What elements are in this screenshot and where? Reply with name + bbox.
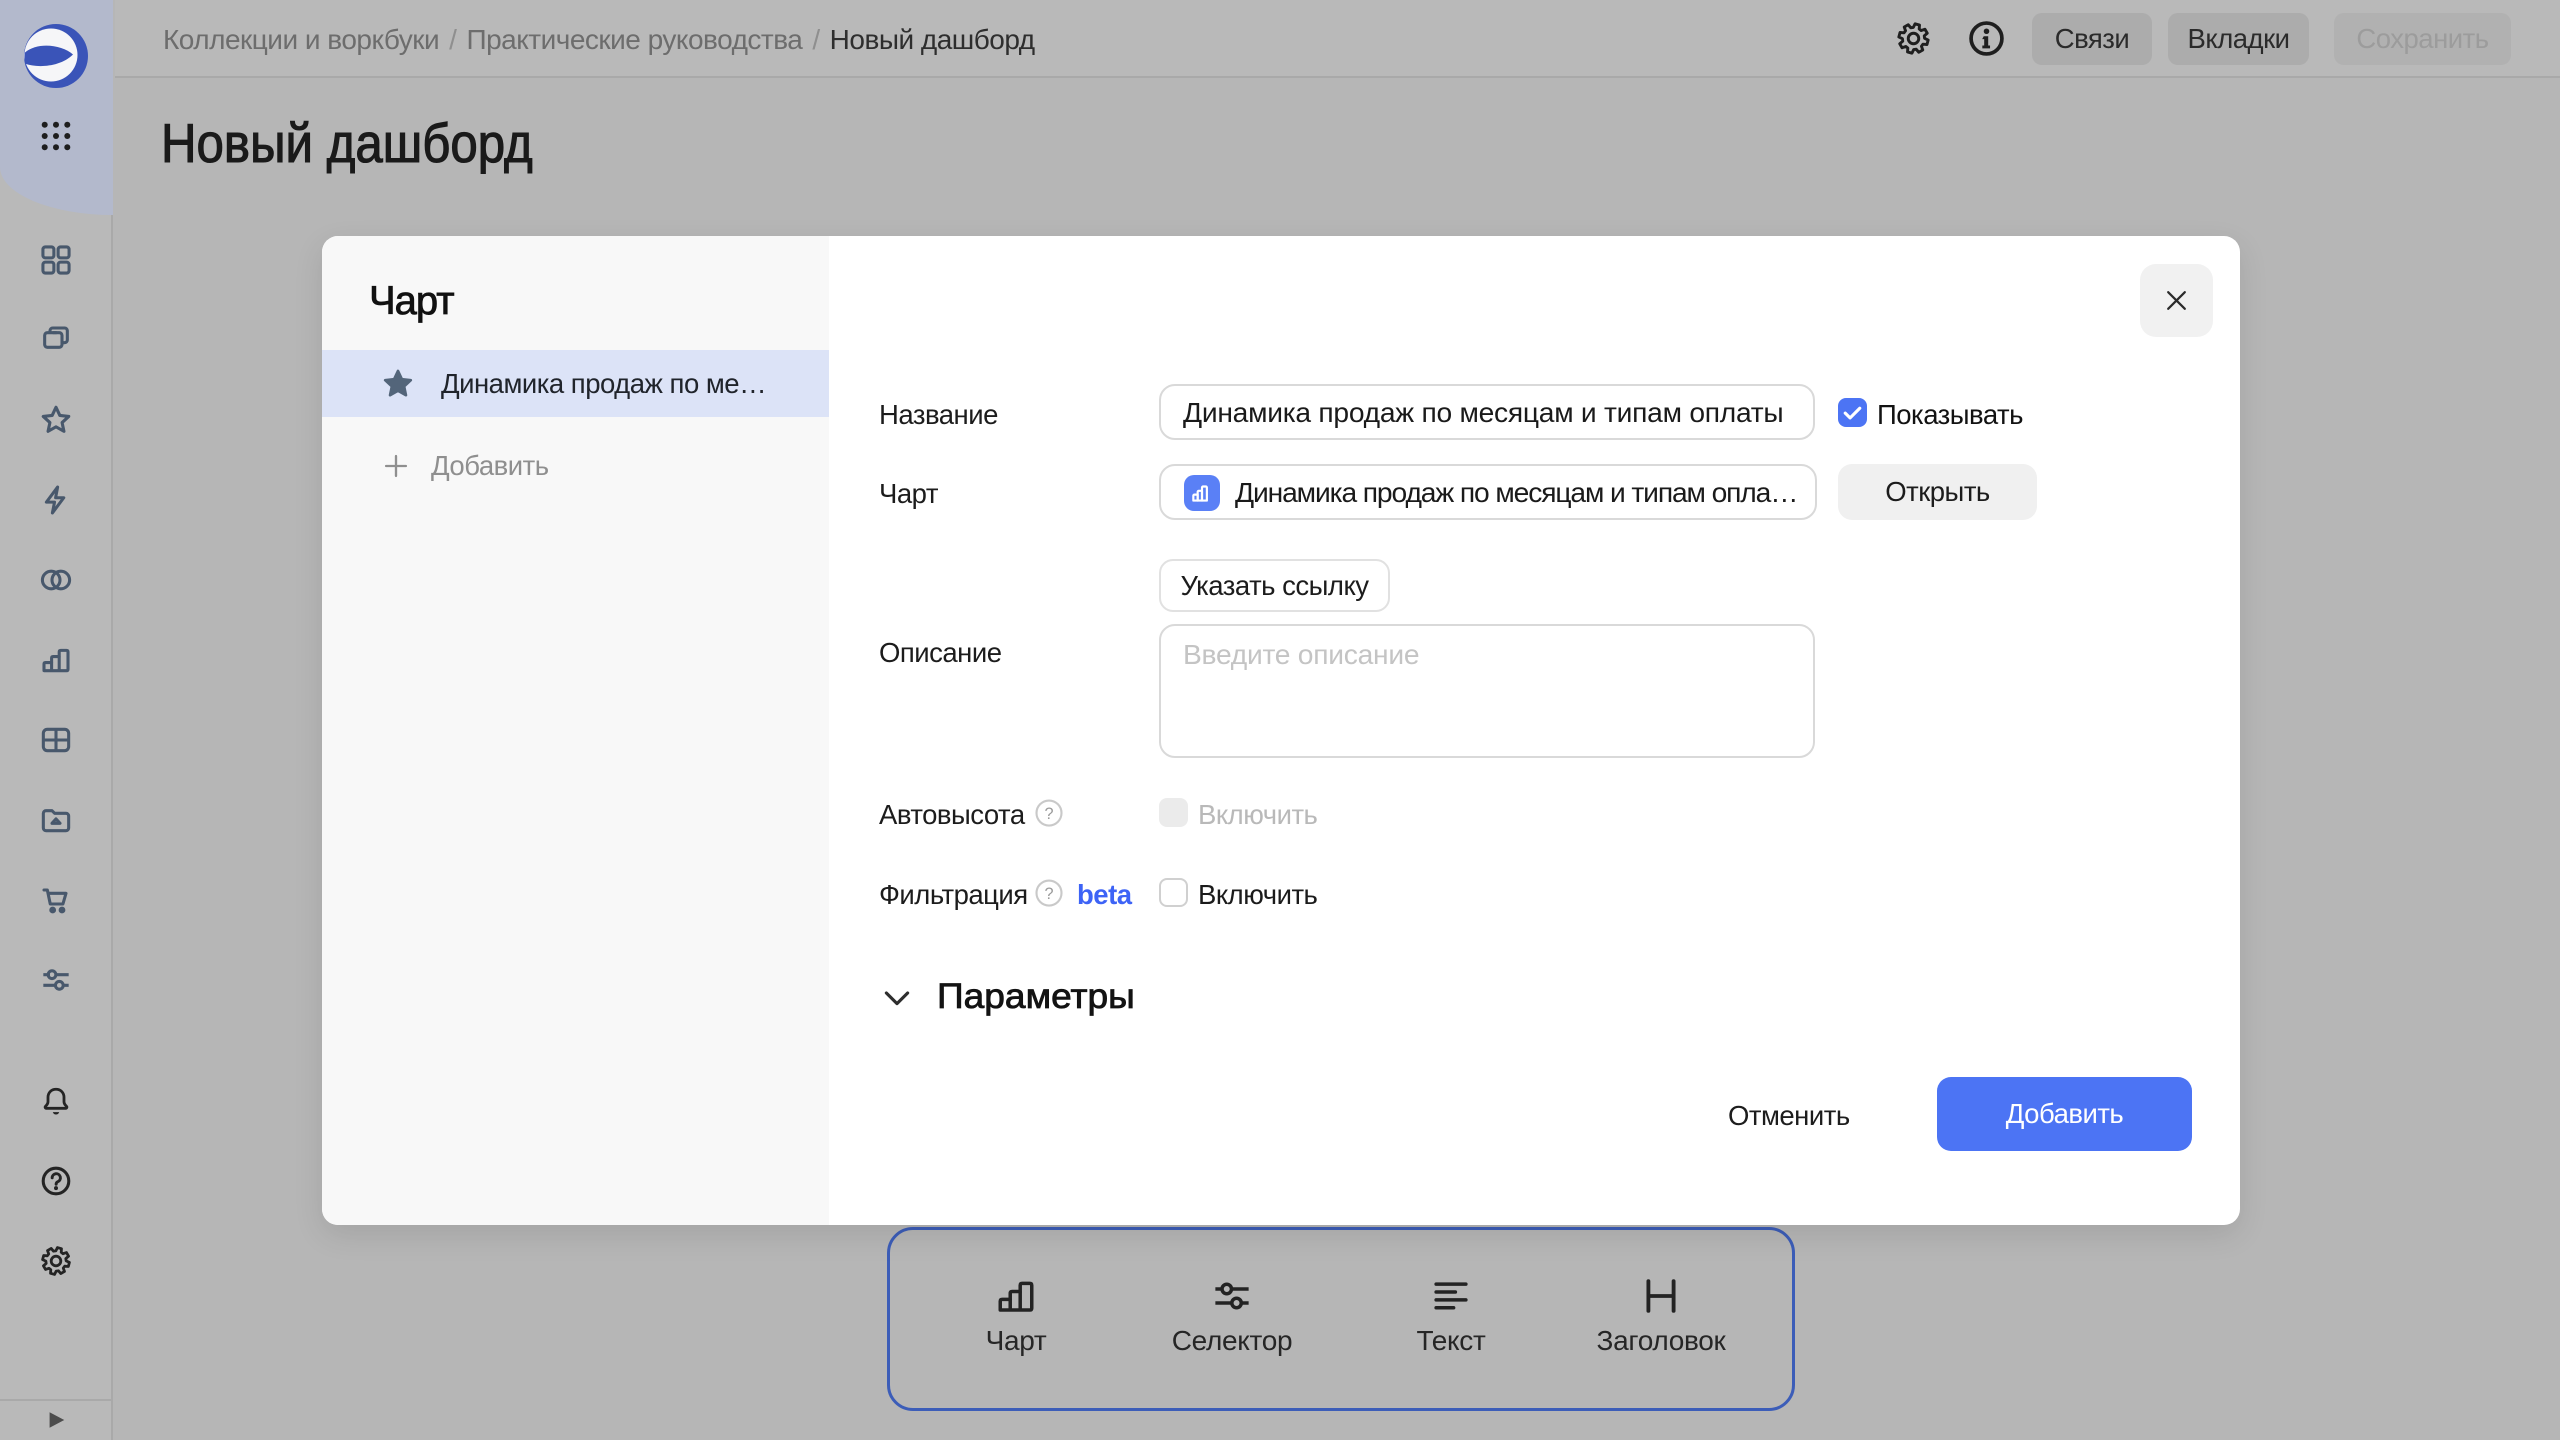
svg-text:?: ? [1044,885,1053,903]
svg-text:?: ? [1044,805,1053,823]
